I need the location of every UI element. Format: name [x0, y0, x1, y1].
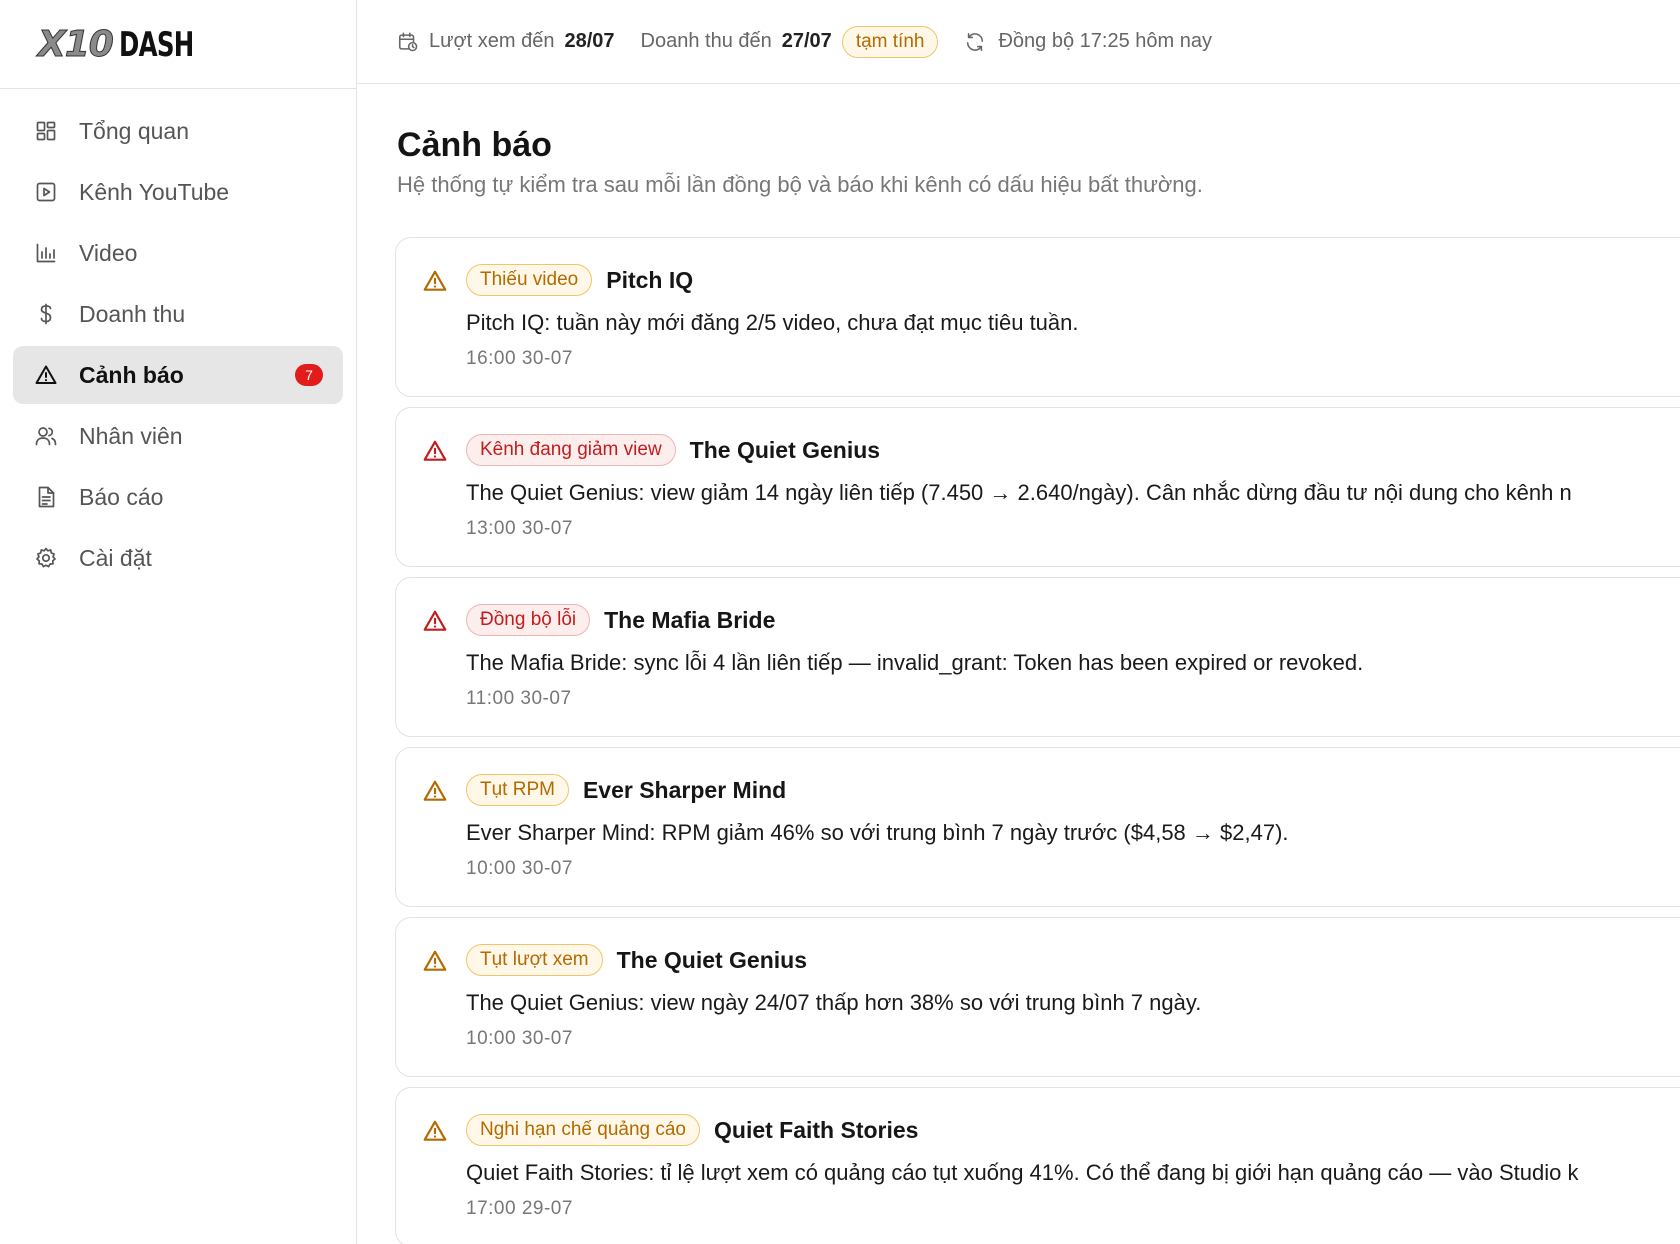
sync-status: Đồng bộ 17:25 hôm nay [998, 30, 1212, 52]
alert-time: 11:00 30-07 [466, 688, 572, 709]
dollar-icon [33, 301, 59, 327]
alert-channel: Ever Sharper Mind [582, 776, 787, 803]
alert-message: Pitch IQ: tuần này mới đăng 2/5 video, c… [466, 310, 1079, 335]
alert-type-badge: Kênh đang giảm view [466, 434, 676, 466]
revenue-label: Doanh thu đến [640, 30, 772, 52]
sidebar-item-video[interactable]: Video [13, 224, 343, 282]
brand: X10 DASH [0, 0, 356, 89]
logo[interactable]: X10 DASH [38, 23, 222, 65]
alert-channel: Quiet Faith Stories [714, 1116, 919, 1143]
alert-message: Quiet Faith Stories: tỉ lệ lượt xem có q… [466, 1160, 1579, 1185]
alert-card[interactable]: Kênh đang giảm view The Quiet Genius The… [395, 407, 1680, 567]
bar-chart-icon [33, 240, 59, 266]
sidebar-item-overview[interactable]: Tổng quan [13, 102, 343, 160]
warning-icon [422, 268, 448, 294]
users-icon [33, 423, 59, 449]
alert-type-badge: Tụt lượt xem [466, 944, 603, 976]
alert-type-badge: Đồng bộ lỗi [466, 604, 591, 636]
views-label: Lượt xem đến [429, 30, 555, 52]
alert-type-badge: Nghi hạn chế quảng cáo [466, 1114, 700, 1146]
sidebar-item-label: Cảnh báo [79, 361, 184, 388]
revenue-date: 27/07 [781, 30, 832, 52]
alert-card[interactable]: Tụt lượt xem The Quiet Genius The Quiet … [395, 917, 1680, 1077]
warning-icon [422, 778, 448, 804]
alerts-count-badge: 7 [295, 364, 323, 386]
sidebar-item-label: Nhân viên [79, 422, 183, 449]
sidebar-nav: Tổng quan Kênh YouTube Video Doanh thu C… [0, 89, 356, 603]
views-date: 28/07 [564, 30, 615, 52]
sidebar-item-revenue[interactable]: Doanh thu [13, 285, 343, 343]
alert-channel: The Quiet Genius [616, 946, 808, 973]
sidebar-item-label: Video [79, 239, 138, 266]
warning-icon [422, 948, 448, 974]
sidebar-item-staff[interactable]: Nhân viên [13, 407, 343, 465]
document-icon [33, 484, 59, 510]
alert-channel: Pitch IQ [606, 266, 694, 293]
warning-triangle-icon [33, 362, 59, 388]
alert-card[interactable]: Thiếu video Pitch IQ Pitch IQ: tuần này … [395, 237, 1680, 397]
sidebar-item-label: Tổng quan [79, 117, 189, 144]
warning-icon [422, 608, 448, 634]
warning-icon [422, 438, 448, 464]
sidebar-item-alerts[interactable]: Cảnh báo 7 [13, 346, 343, 404]
sync-icon[interactable] [964, 31, 986, 53]
alert-time: 13:00 30-07 [466, 518, 573, 539]
alert-type-badge: Tụt RPM [466, 774, 569, 806]
page-subtitle: Hệ thống tự kiểm tra sau mỗi lần đồng bộ… [397, 172, 1203, 197]
sidebar-item-reports[interactable]: Báo cáo [13, 468, 343, 526]
alert-channel: The Quiet Genius [689, 436, 881, 463]
alert-card[interactable]: Tụt RPM Ever Sharper Mind Ever Sharper M… [395, 747, 1680, 907]
logo-text: DASH [118, 24, 194, 65]
sidebar-item-label: Báo cáo [79, 483, 164, 510]
gear-icon [33, 545, 59, 571]
alert-list: Thiếu video Pitch IQ Pitch IQ: tuần này … [395, 237, 1680, 1244]
alert-type-badge: Thiếu video [466, 264, 593, 296]
topbar: Lượt xem đến 28/07 Doanh thu đến 27/07 t… [357, 0, 1680, 84]
alert-message: The Mafia Bride: sync lỗi 4 lần liên tiế… [466, 650, 1364, 675]
sidebar-item-youtube[interactable]: Kênh YouTube [13, 163, 343, 221]
estimate-badge: tạm tính [841, 25, 939, 58]
alert-channel: The Mafia Bride [604, 606, 776, 633]
alert-card[interactable]: Nghi hạn chế quảng cáo Quiet Faith Stori… [395, 1087, 1680, 1244]
sidebar-item-label: Cài đặt [79, 544, 152, 571]
warning-icon [422, 1118, 448, 1144]
sidebar-item-label: Kênh YouTube [79, 178, 230, 205]
main-content: Cảnh báo Hệ thống tự kiểm tra sau mỗi lầ… [357, 84, 1680, 1244]
alert-time: 17:00 29-07 [466, 1198, 573, 1219]
alert-message: The Quiet Genius: view giảm 14 ngày liên… [466, 480, 1572, 505]
alert-time: 10:00 30-07 [466, 858, 573, 879]
calendar-clock-icon [397, 31, 419, 53]
logo-mark: X10 [38, 23, 115, 65]
alert-message: The Quiet Genius: view ngày 24/07 thấp h… [466, 990, 1202, 1015]
app: X10 DASH Tổng quan Kênh YouTube Video Do… [0, 0, 1680, 1244]
page-title: Cảnh báo [397, 126, 552, 164]
alert-time: 16:00 30-07 [466, 348, 573, 369]
play-square-icon [33, 179, 59, 205]
alert-card[interactable]: Đồng bộ lỗi The Mafia Bride The Mafia Br… [395, 577, 1680, 737]
sidebar-item-settings[interactable]: Cài đặt [13, 529, 343, 587]
alert-time: 10:00 30-07 [466, 1028, 573, 1049]
sidebar-item-label: Doanh thu [79, 300, 186, 327]
dashboard-grid-icon [33, 118, 59, 144]
alert-message: Ever Sharper Mind: RPM giảm 46% so với t… [466, 820, 1289, 845]
sidebar: X10 DASH Tổng quan Kênh YouTube Video Do… [0, 0, 357, 1244]
